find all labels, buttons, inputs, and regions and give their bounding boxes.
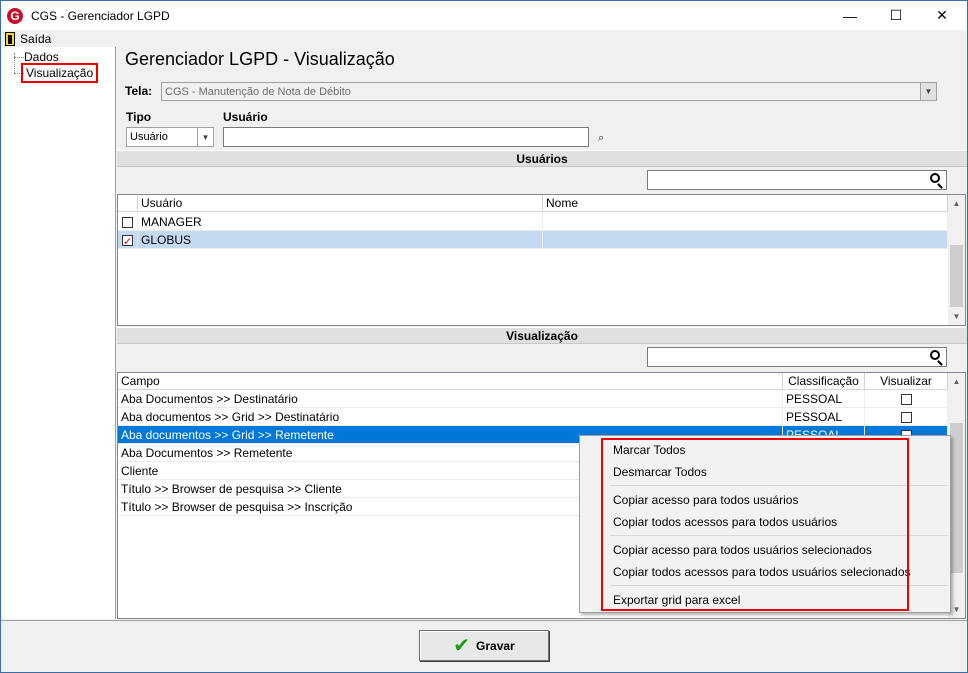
row-checkbox-cell [118, 231, 138, 249]
table-row[interactable]: MANAGER [118, 213, 948, 231]
app-logo-icon: G [7, 7, 23, 24]
visualizar-cell [865, 390, 948, 408]
page-title: Gerenciador LGPD - Visualização [125, 49, 395, 69]
name-cell [543, 231, 948, 249]
visualizar-checkbox[interactable] [900, 394, 912, 406]
window-title: CGS - Gerenciador LGPD [31, 8, 170, 23]
users-grid-header-check [118, 195, 138, 212]
visualizar-cell [865, 408, 948, 426]
tree-connector [14, 73, 24, 74]
classificacao-cell: PESSOAL [783, 390, 865, 408]
view-grid-header-visualizar[interactable]: Visualizar [865, 373, 948, 390]
tipo-label: Tipo [126, 110, 152, 124]
scroll-up-icon[interactable]: ▲ [948, 195, 965, 212]
title-bar: G CGS - Gerenciador LGPD — ☐ ✕ [1, 1, 967, 30]
row-checkbox-checked[interactable] [122, 233, 133, 248]
user-cell: GLOBUS [138, 231, 543, 249]
chevron-down-icon[interactable]: ▼ [197, 128, 213, 146]
tipo-value: Usuário [130, 131, 168, 143]
exit-door-icon[interactable] [5, 31, 15, 46]
campo-cell: Aba documentos >> Grid >> Destinatário [118, 408, 783, 426]
users-search-input[interactable] [647, 170, 947, 190]
view-grid-header-classificacao[interactable]: Classificação [783, 373, 865, 390]
highlight-frame [601, 438, 909, 611]
scroll-thumb[interactable] [950, 423, 963, 573]
tree-connector [14, 53, 15, 73]
table-row[interactable]: Aba Documentos >> Destinatário PESSOAL [118, 390, 948, 408]
menu-bar: Saída [1, 30, 967, 47]
footer-divider [1, 620, 967, 621]
minimize-button[interactable]: — [827, 1, 873, 30]
users-grid-header-nome[interactable]: Nome [543, 195, 948, 212]
campo-cell: Aba Documentos >> Destinatário [118, 390, 783, 408]
view-search-input[interactable] [647, 347, 947, 367]
save-button[interactable]: ✔ Gravar [419, 630, 549, 661]
tela-select[interactable]: CGS - Manutenção de Nota de Débito ▼ [161, 82, 937, 101]
user-cell: MANAGER [138, 213, 543, 231]
view-section-header: Visualização [117, 327, 967, 344]
scroll-down-icon[interactable]: ▼ [948, 308, 965, 325]
menu-exit[interactable]: Saída [20, 32, 51, 46]
binoculars-search-icon[interactable]: ⌕ [598, 132, 612, 144]
visualizar-checkbox[interactable] [900, 412, 912, 424]
users-grid-scrollbar[interactable]: ▲ ▼ [948, 195, 965, 325]
table-row[interactable]: Aba documentos >> Grid >> Destinatário P… [118, 408, 948, 426]
checkmark-icon: ✔ [453, 634, 471, 657]
name-cell [543, 213, 948, 231]
maximize-button[interactable]: ☐ [873, 1, 919, 30]
search-icon[interactable] [930, 350, 940, 360]
scroll-up-icon[interactable]: ▲ [948, 373, 965, 390]
view-grid-header-campo[interactable]: Campo [118, 373, 783, 390]
table-row[interactable]: GLOBUS [118, 231, 948, 249]
chevron-down-icon[interactable]: ▼ [920, 83, 936, 100]
users-grid: Usuário Nome MANAGER GLOBUS ▲ ▼ [117, 194, 966, 326]
close-button[interactable]: ✕ [919, 1, 965, 30]
usuario-input[interactable] [223, 127, 589, 147]
users-grid-header-usuario[interactable]: Usuário [138, 195, 543, 212]
search-icon[interactable] [930, 173, 940, 183]
navigation-tree: Dados Visualização [2, 47, 116, 619]
row-checkbox[interactable] [122, 217, 133, 229]
scroll-thumb[interactable] [950, 245, 963, 307]
usuario-label: Usuário [223, 110, 268, 124]
tela-label: Tela: [125, 84, 153, 98]
tree-item-dados[interactable]: Dados [24, 50, 59, 64]
tree-item-visualizacao[interactable]: Visualização [20, 63, 99, 83]
save-button-label: Gravar [476, 638, 515, 653]
tela-value: CGS - Manutenção de Nota de Débito [165, 85, 351, 98]
app-window: G CGS - Gerenciador LGPD — ☐ ✕ Saída Dad… [0, 0, 968, 673]
users-section-header: Usuários [117, 150, 967, 167]
row-checkbox-cell [118, 213, 138, 231]
tipo-select[interactable]: Usuário ▼ [126, 127, 214, 147]
classificacao-cell: PESSOAL [783, 408, 865, 426]
tree-connector [14, 57, 24, 58]
